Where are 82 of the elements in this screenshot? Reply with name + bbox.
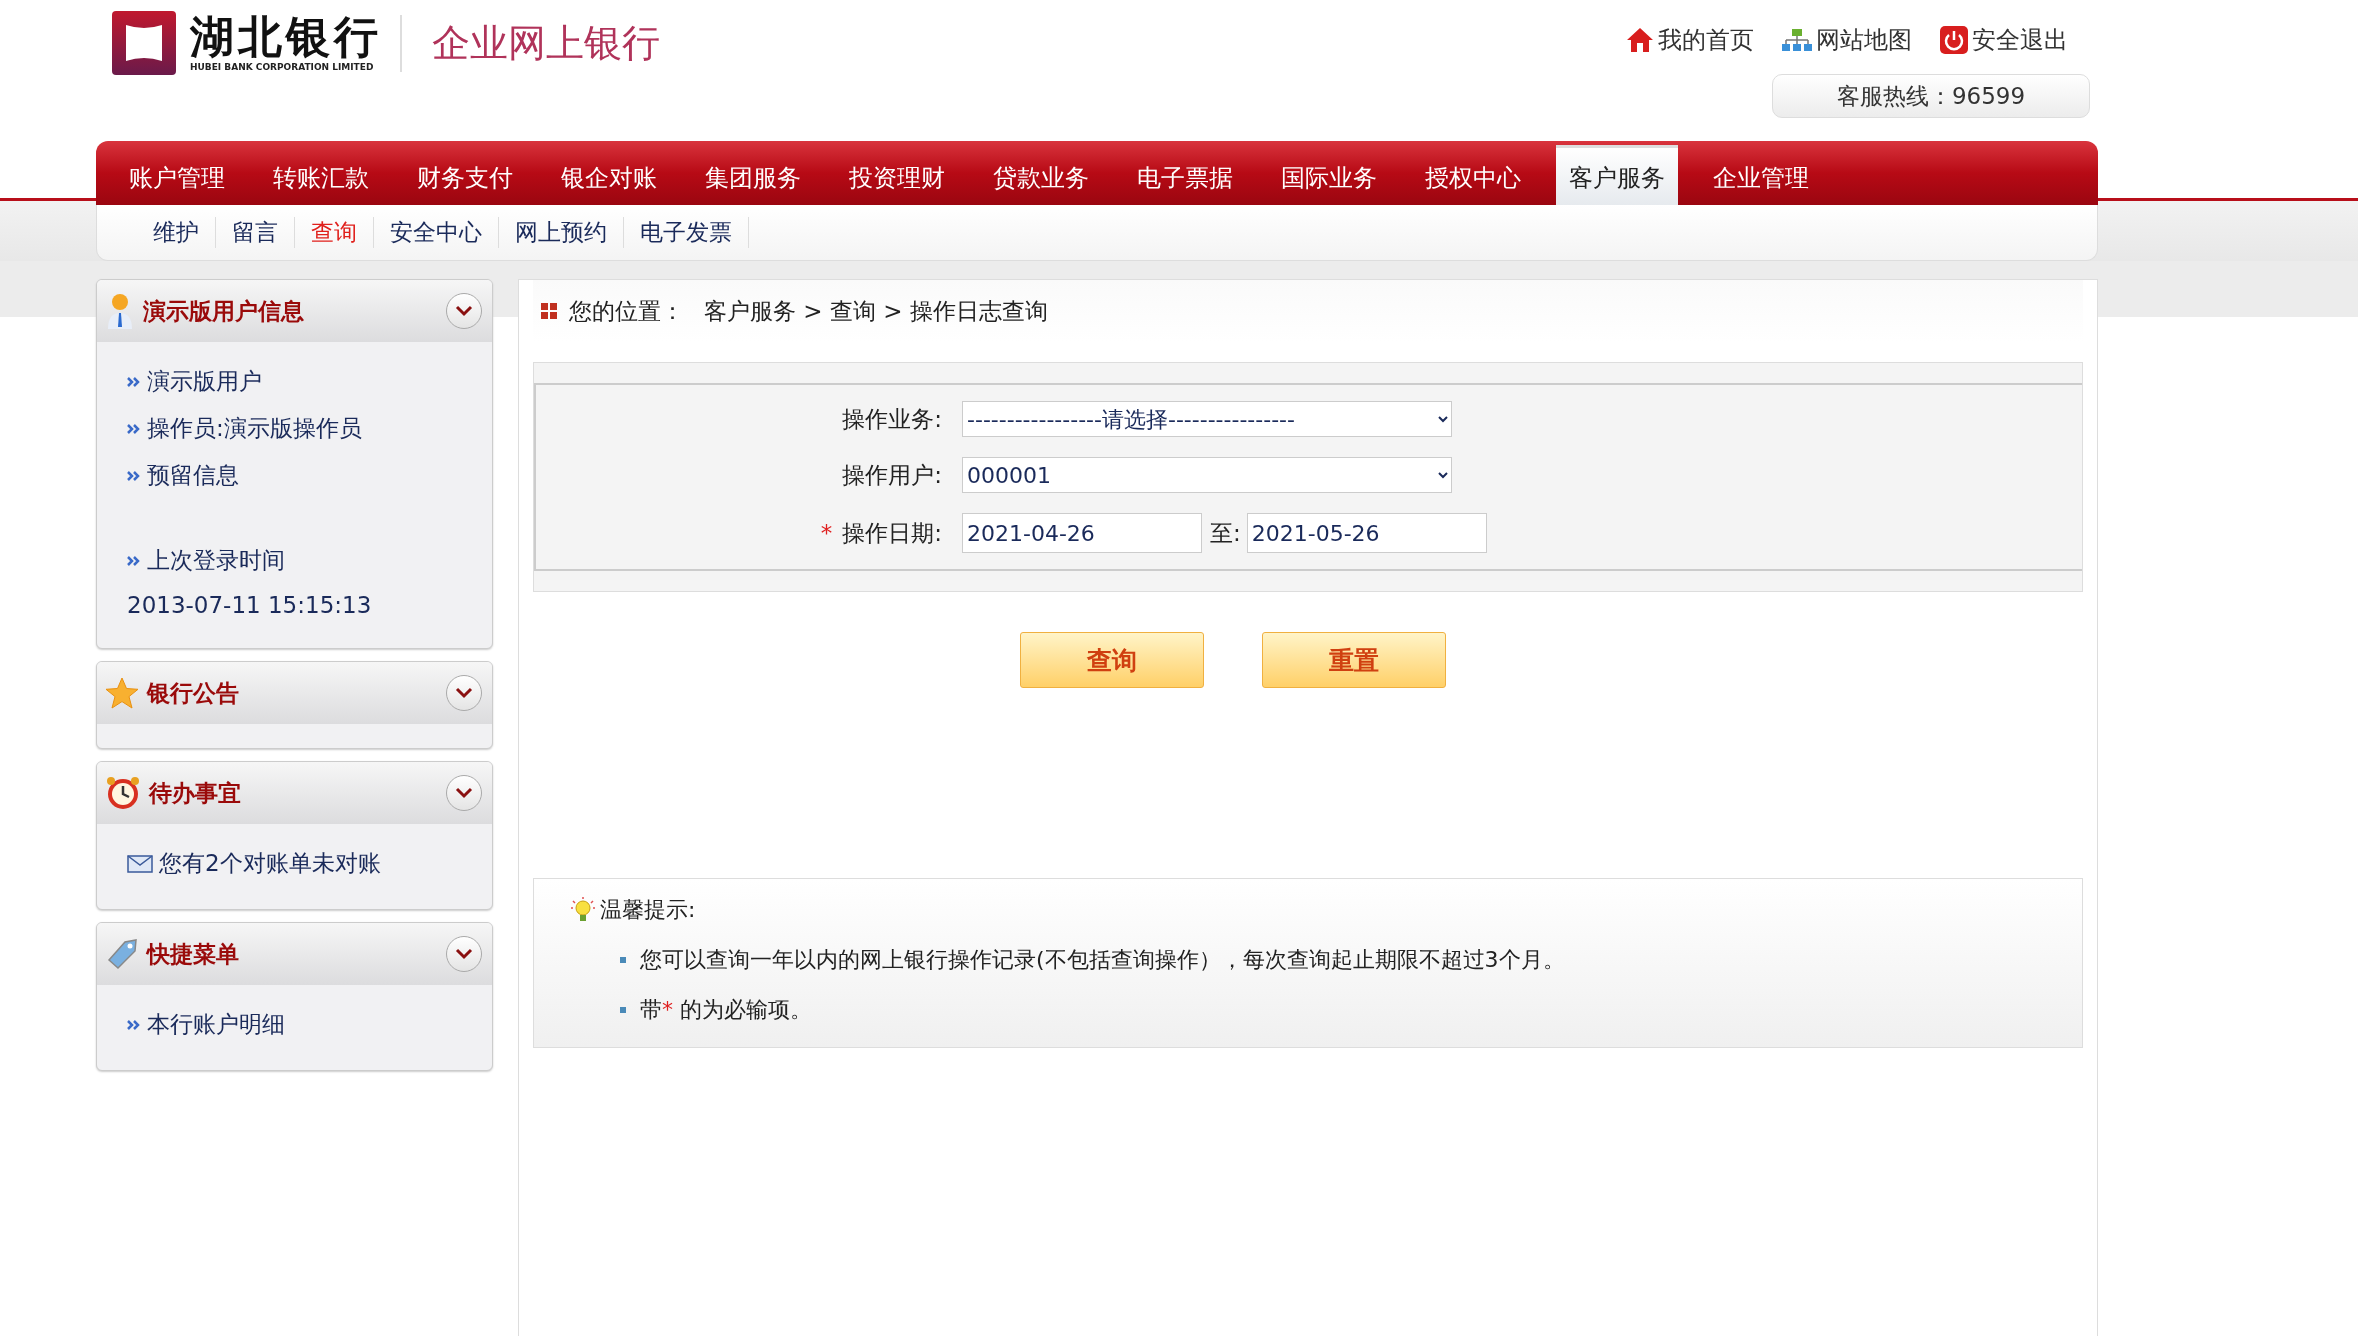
bullet-icon [620, 1007, 626, 1013]
chevron-down-icon [455, 948, 473, 960]
link-text: 您有2个对账单未对账 [159, 849, 381, 878]
sub-nav-tab[interactable]: 安全中心 [374, 217, 499, 248]
nav-tab[interactable]: 银企对账 [548, 145, 670, 205]
power-icon [1940, 26, 1968, 54]
grid-icon [541, 303, 557, 319]
bank-name-english: HUBEI BANK CORPORATION LIMITED [190, 61, 374, 72]
panel-title: 演示版用户信息 [143, 296, 305, 326]
field-label: * 操作日期: [819, 518, 942, 548]
bullet-icon [620, 957, 626, 963]
tip-text: 您可以查询一年以内的网上银行操作记录(不包括查询操作），每次查询起止期限不超过3个月。 [640, 946, 1565, 974]
sitemap-icon [1782, 28, 1812, 52]
select-field[interactable]: 000001 [962, 457, 1452, 493]
sub-nav-tab[interactable]: 留言 [216, 217, 295, 248]
breadcrumb-label: 您的位置： [569, 296, 684, 326]
info-label: 上次登录时间 [147, 546, 285, 575]
action-button[interactable]: 重置 [1262, 632, 1446, 688]
alarm-clock-icon [105, 776, 141, 810]
sub-nav-tab[interactable]: 电子发票 [624, 217, 749, 248]
chevron-down-icon [455, 305, 473, 317]
link-text: 演示版用户 [147, 367, 262, 396]
link-text: 本行账户明细 [147, 1010, 285, 1039]
sidebar-link[interactable]: 演示版用户 [127, 366, 462, 397]
date-field[interactable]: 2021-04-26 [962, 513, 1202, 553]
nav-tab[interactable]: 财务支付 [404, 145, 526, 205]
tag-icon [105, 938, 139, 970]
double-arrow-icon [127, 469, 141, 482]
sidebar-link[interactable]: 本行账户明细 [127, 1009, 462, 1040]
star-icon [105, 677, 139, 709]
nav-tab[interactable]: 授权中心 [1412, 145, 1534, 205]
double-arrow-icon [127, 1018, 141, 1031]
double-arrow-icon [127, 375, 141, 388]
tip-text: 带* 的为必输项。 [640, 996, 812, 1024]
sidebar-link[interactable]: 预留信息 [127, 460, 462, 491]
nav-tab[interactable]: 集团服务 [692, 145, 814, 205]
sub-nav-tab[interactable]: 网上预约 [499, 217, 624, 248]
panel-title: 银行公告 [147, 678, 240, 708]
collapse-button[interactable] [446, 293, 482, 329]
double-arrow-icon [127, 554, 141, 567]
envelope-icon [127, 854, 153, 873]
user-icon [105, 293, 135, 329]
product-title: 企业网上银行 [432, 19, 660, 67]
header-link[interactable]: 网站地图 [1782, 24, 1912, 56]
sidebar-link[interactable]: 您有2个对账单未对账 [127, 848, 462, 879]
double-arrow-icon [127, 422, 141, 435]
link-text: 预留信息 [147, 461, 239, 490]
login-time: 2013-07-11 15:15:13 [127, 592, 373, 618]
nav-tab[interactable]: 转账汇款 [260, 145, 382, 205]
nav-tab[interactable]: 企业管理 [1700, 145, 1822, 205]
link-text: 操作员:演示版操作员 [147, 414, 362, 443]
collapse-button[interactable] [446, 936, 482, 972]
date-field[interactable]: 2021-05-26 [1246, 513, 1487, 553]
hotline: 客服热线：96599 [1772, 74, 2090, 118]
nav-tab[interactable]: 投资理财 [836, 145, 958, 205]
bank-name: 湖北银行 [190, 14, 382, 59]
select-field[interactable]: -----------------请选择---------------- [962, 401, 1452, 437]
chevron-down-icon [455, 687, 473, 699]
header-link[interactable]: 我的首页 [1626, 24, 1754, 56]
house-icon [1626, 27, 1654, 53]
sub-nav-tab[interactable]: 维护 [137, 217, 216, 248]
collapse-button[interactable] [446, 675, 482, 711]
tips-title: 温馨提示: [600, 896, 696, 924]
nav-tab[interactable]: 账户管理 [116, 145, 238, 205]
panel-title: 快捷菜单 [147, 939, 240, 969]
sub-nav-tab[interactable]: 查询 [295, 217, 374, 248]
header-link[interactable]: 安全退出 [1940, 24, 2068, 56]
bank-logo-icon [112, 11, 176, 75]
panel-title: 待办事宜 [149, 778, 242, 808]
nav-tab[interactable]: 电子票据 [1124, 145, 1246, 205]
chevron-down-icon [455, 787, 473, 799]
nav-tab[interactable]: 国际业务 [1268, 145, 1390, 205]
sidebar-link[interactable]: 操作员:演示版操作员 [127, 413, 462, 444]
range-separator: 至: [1210, 518, 1241, 548]
field-label: 操作业务: [841, 404, 942, 434]
collapse-button[interactable] [446, 775, 482, 811]
nav-tab[interactable]: 贷款业务 [980, 145, 1102, 205]
lightbulb-icon [570, 896, 596, 924]
breadcrumb-path: 客户服务 > 查询 > 操作日志查询 [704, 296, 1048, 326]
action-button[interactable]: 查询 [1020, 632, 1204, 688]
field-label: 操作用户: [841, 460, 942, 490]
nav-tab[interactable]: 客户服务 [1556, 145, 1678, 205]
